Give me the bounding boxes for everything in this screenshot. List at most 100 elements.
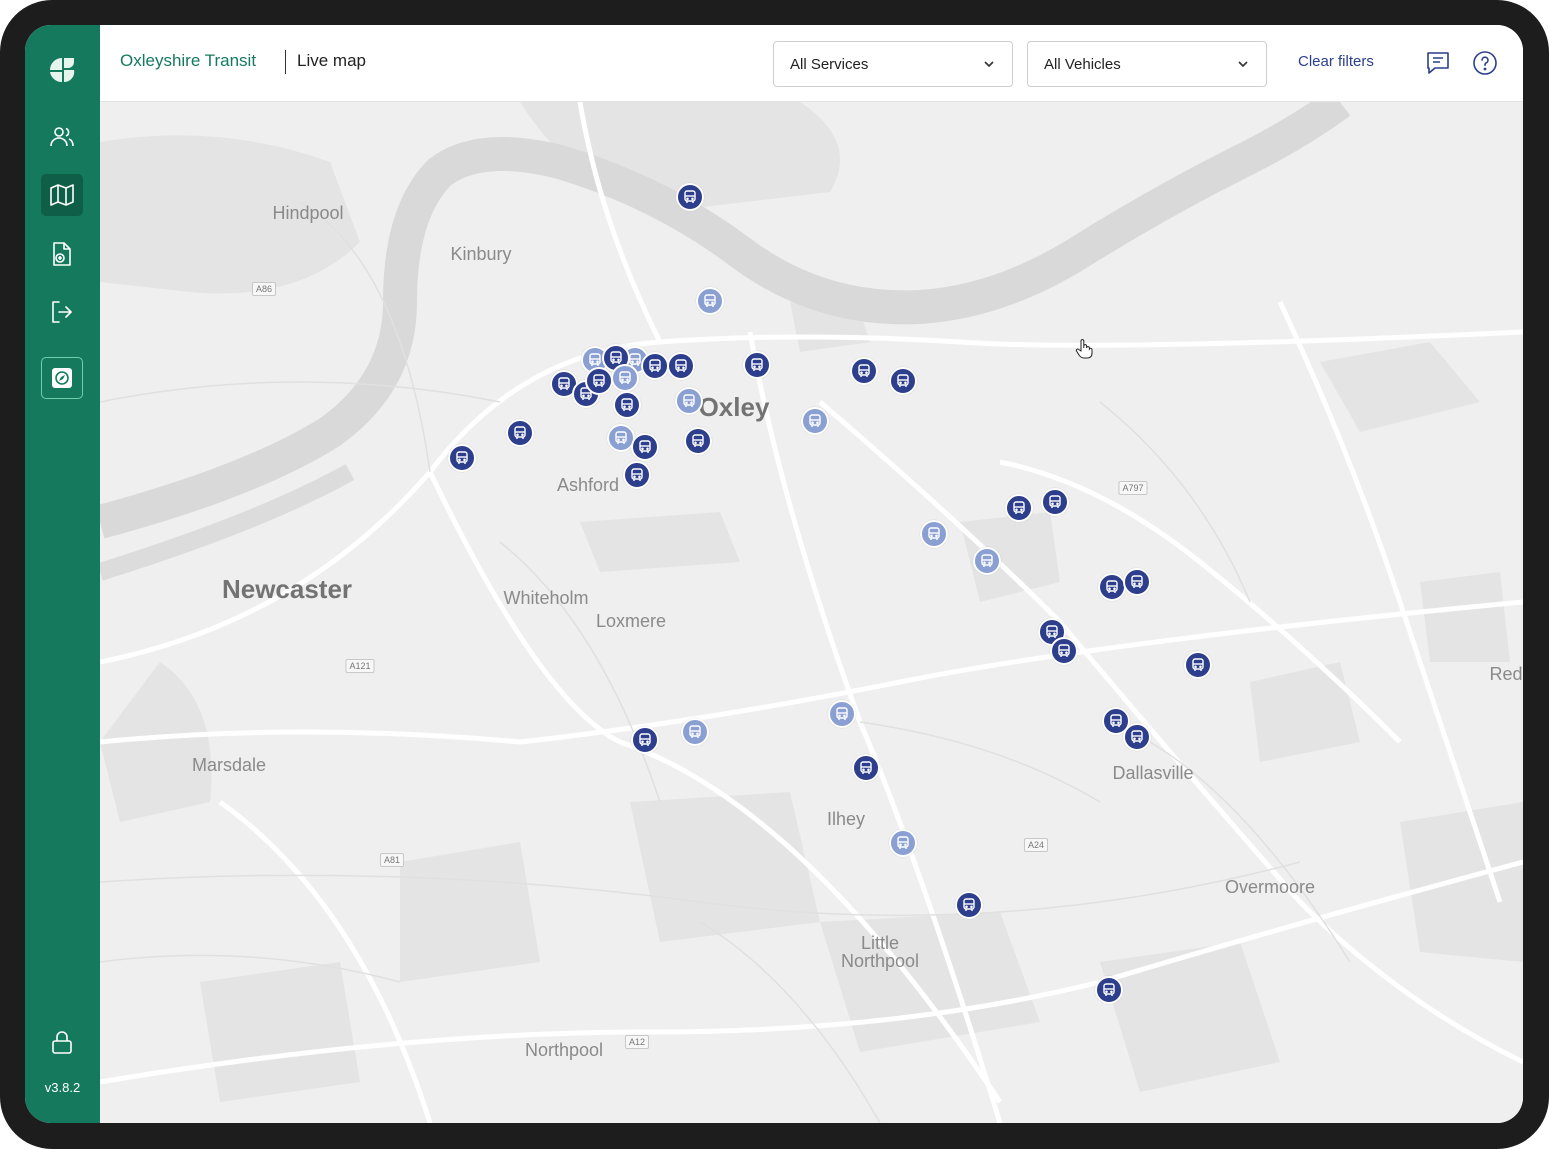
bus-icon — [961, 897, 977, 913]
vehicles-select-value: All Vehicles — [1044, 56, 1121, 73]
bus-icon — [617, 370, 633, 386]
bus-icon — [749, 357, 765, 373]
bus-marker[interactable] — [1005, 494, 1033, 522]
place-label: Whiteholm — [503, 588, 589, 608]
feedback-icon[interactable] — [1425, 50, 1451, 81]
bus-marker[interactable] — [631, 726, 659, 754]
road-label: A86 — [251, 282, 277, 296]
bus-icon — [807, 413, 823, 429]
bus-icon — [673, 358, 689, 374]
bus-icon — [1011, 500, 1027, 516]
logo-icon[interactable] — [41, 49, 83, 91]
bus-marker[interactable] — [1123, 723, 1151, 751]
users-icon[interactable] — [41, 116, 83, 158]
place-label: Oxley — [698, 392, 770, 422]
road-label: A12 — [624, 1035, 650, 1049]
place-label: Marsdale — [191, 755, 267, 775]
bus-marker[interactable] — [973, 547, 1001, 575]
bus-marker[interactable] — [850, 357, 878, 385]
place-label: Hindpool — [272, 203, 344, 223]
road-label: A24 — [1023, 838, 1049, 852]
road-label: A81 — [379, 853, 405, 867]
bus-icon — [1104, 579, 1120, 595]
bus-marker[interactable] — [1050, 637, 1078, 665]
bus-icon — [895, 835, 911, 851]
bus-marker[interactable] — [1184, 651, 1212, 679]
bus-icon — [834, 706, 850, 722]
chevron-down-icon — [1236, 57, 1250, 76]
place-label: Ilhey — [826, 809, 866, 829]
help-icon[interactable] — [1472, 50, 1498, 81]
bus-marker[interactable] — [889, 829, 917, 857]
place-label: Northpool — [524, 1040, 604, 1060]
brand-name[interactable]: Oxleyshire Transit — [120, 51, 256, 71]
place-label: Loxmere — [595, 611, 667, 631]
bus-marker[interactable] — [743, 351, 771, 379]
bus-marker[interactable] — [920, 520, 948, 548]
bus-icon — [702, 293, 718, 309]
bus-marker[interactable] — [613, 391, 641, 419]
bus-icon — [687, 724, 703, 740]
map-icon[interactable] — [41, 174, 83, 216]
bus-marker[interactable] — [1095, 976, 1123, 1004]
bus-marker[interactable] — [667, 352, 695, 380]
bus-icon — [858, 760, 874, 776]
bus-icon — [613, 430, 629, 446]
bus-marker[interactable] — [684, 427, 712, 455]
place-label: Overmoore — [1224, 877, 1316, 897]
bus-icon — [856, 363, 872, 379]
add-document-icon[interactable] — [41, 233, 83, 275]
bus-icon — [1129, 574, 1145, 590]
bus-marker[interactable] — [611, 364, 639, 392]
bus-icon — [1047, 494, 1063, 510]
top-bar: Oxleyshire Transit Live map All Services… — [100, 25, 1523, 102]
bus-icon — [690, 433, 706, 449]
bus-icon — [681, 393, 697, 409]
page-title: Live map — [297, 51, 366, 70]
bus-icon — [1108, 713, 1124, 729]
place-label: Ashford — [556, 475, 620, 495]
bus-icon — [926, 526, 942, 542]
services-select-value: All Services — [790, 56, 869, 73]
bus-icon — [512, 425, 528, 441]
bus-marker[interactable] — [681, 718, 709, 746]
bus-marker[interactable] — [1123, 568, 1151, 596]
bus-icon — [647, 358, 663, 374]
bus-icon — [895, 373, 911, 389]
app-screen: v3.8.2 Oxleyshire Transit Live map All S… — [25, 25, 1523, 1123]
lock-icon[interactable] — [41, 1022, 83, 1064]
bus-marker[interactable] — [448, 444, 476, 472]
place-label: Dallasville — [1112, 763, 1194, 783]
device-frame: v3.8.2 Oxleyshire Transit Live map All S… — [0, 0, 1549, 1149]
bus-marker[interactable] — [889, 367, 917, 395]
bus-marker[interactable] — [623, 461, 651, 489]
bus-marker[interactable] — [676, 183, 704, 211]
compass-icon[interactable] — [41, 357, 83, 399]
services-select[interactable]: All Services — [773, 41, 1013, 87]
bus-marker[interactable] — [828, 700, 856, 728]
bus-marker[interactable] — [675, 387, 703, 415]
place-label: Kinbury — [450, 244, 512, 264]
clear-filters-button[interactable]: Clear filters — [1298, 53, 1374, 70]
bus-marker[interactable] — [1041, 488, 1069, 516]
bus-marker[interactable] — [955, 891, 983, 919]
bus-marker[interactable] — [631, 433, 659, 461]
bus-marker[interactable] — [585, 367, 613, 395]
bus-marker[interactable] — [801, 407, 829, 435]
sidebar: v3.8.2 — [25, 25, 100, 1123]
vehicles-select[interactable]: All Vehicles — [1027, 41, 1267, 87]
logout-icon[interactable] — [41, 291, 83, 333]
road-label: A121 — [345, 659, 375, 673]
live-map[interactable]: Hindpool Kinbury Oxley Ashford Newcaster… — [100, 102, 1523, 1123]
hand-cursor-icon — [1075, 339, 1093, 364]
bus-marker[interactable] — [1098, 573, 1126, 601]
bus-marker[interactable] — [641, 352, 669, 380]
header-divider — [285, 50, 286, 74]
version-label: v3.8.2 — [44, 1080, 81, 1095]
bus-marker[interactable] — [852, 754, 880, 782]
bus-marker[interactable] — [696, 287, 724, 315]
bus-icon — [682, 189, 698, 205]
bus-marker[interactable] — [506, 419, 534, 447]
bus-icon — [1056, 643, 1072, 659]
bus-icon — [1190, 657, 1206, 673]
